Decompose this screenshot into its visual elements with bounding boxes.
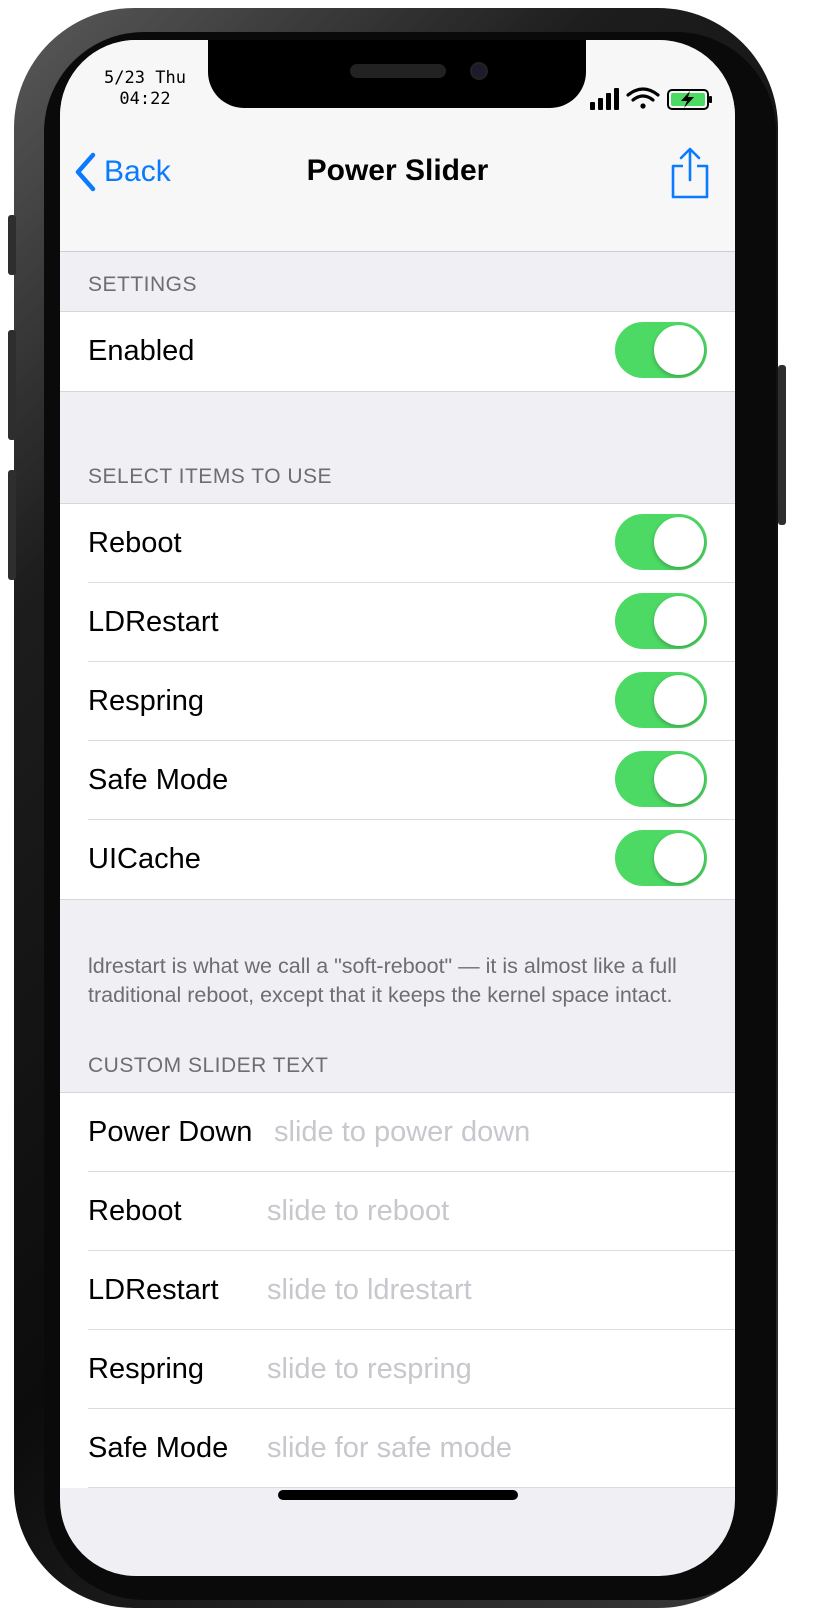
status-date: 5/23 Thu [104, 68, 186, 88]
page-title: Power Slider [306, 154, 489, 187]
field-row-ldrestart: LDRestart [60, 1251, 735, 1330]
signal-icon [590, 88, 619, 110]
safe-mode-toggle[interactable] [615, 751, 707, 807]
ldrestart-text-field[interactable] [267, 1251, 714, 1330]
item-label: Reboot [88, 527, 182, 559]
ldrestart-toggle[interactable] [615, 593, 707, 649]
field-label: Power Down [88, 1116, 253, 1148]
home-indicator[interactable] [278, 1490, 518, 1500]
items-group: Reboot LDRestart Respring Safe Mode UICa… [60, 503, 735, 900]
status-icons [588, 84, 718, 114]
share-icon [671, 147, 709, 199]
item-label: LDRestart [88, 606, 219, 638]
item-row-reboot: Reboot [60, 504, 735, 583]
respring-text-field[interactable] [267, 1330, 714, 1409]
field-label: LDRestart [88, 1274, 219, 1306]
field-label: Safe Mode [88, 1432, 229, 1464]
power-down-text-field[interactable] [274, 1093, 714, 1172]
item-label: Respring [88, 685, 205, 717]
toggle-knob [654, 517, 704, 567]
navigation-bar: Back Power Slider [60, 140, 735, 252]
reboot-text-field[interactable] [267, 1172, 714, 1251]
safe-mode-text-field[interactable] [267, 1409, 714, 1488]
item-row-respring: Respring [60, 662, 735, 741]
row-separator [88, 1487, 735, 1488]
status-bar: 5/23 Thu 04:22 [60, 40, 735, 140]
status-time: 04:22 [119, 89, 171, 109]
settings-section-header: SETTINGS [88, 273, 198, 296]
toggle-knob [654, 754, 704, 804]
volume-up-button [8, 330, 16, 440]
items-section-footer: ldrestart is what we call a "soft-reboot… [88, 954, 677, 1007]
volume-down-button [8, 470, 16, 580]
toggle-knob [654, 833, 704, 883]
reboot-toggle[interactable] [615, 514, 707, 570]
field-row-reboot: Reboot [60, 1172, 735, 1251]
field-row-power-down: Power Down [60, 1093, 735, 1172]
speaker-grille [350, 64, 446, 78]
uicache-toggle[interactable] [615, 830, 707, 886]
mute-switch [8, 215, 16, 275]
toggle-knob [654, 675, 704, 725]
enabled-label: Enabled [88, 335, 195, 367]
custom-text-section-header: CUSTOM SLIDER TEXT [88, 1054, 329, 1077]
power-button [778, 365, 786, 525]
wifi-icon [626, 87, 660, 109]
front-camera [470, 62, 488, 80]
field-row-respring: Respring [60, 1330, 735, 1409]
item-row-uicache: UICache [60, 820, 735, 899]
custom-text-group: Power Down Reboot LDRestart Respring Saf… [60, 1092, 735, 1488]
item-row-ldrestart: LDRestart [60, 583, 735, 662]
field-label: Respring [88, 1353, 205, 1385]
toggle-knob [654, 325, 704, 375]
enabled-toggle[interactable] [615, 322, 707, 378]
screen: 5/23 Thu 04:22 Back Power Slider SETTING… [60, 40, 735, 1576]
respring-toggle[interactable] [615, 672, 707, 728]
items-section-header: SELECT ITEMS TO USE [88, 465, 333, 488]
field-row-safe-mode: Safe Mode [60, 1409, 735, 1488]
field-label: Reboot [88, 1195, 182, 1227]
item-row-safe-mode: Safe Mode [60, 741, 735, 820]
battery-charging-icon [667, 89, 712, 110]
settings-group: Enabled [60, 311, 735, 392]
status-clock: 5/23 Thu 04:22 [90, 68, 200, 110]
item-label: Safe Mode [88, 764, 229, 796]
toggle-knob [654, 596, 704, 646]
enabled-row: Enabled [60, 312, 735, 391]
share-button[interactable] [670, 146, 710, 205]
item-label: UICache [88, 843, 201, 875]
